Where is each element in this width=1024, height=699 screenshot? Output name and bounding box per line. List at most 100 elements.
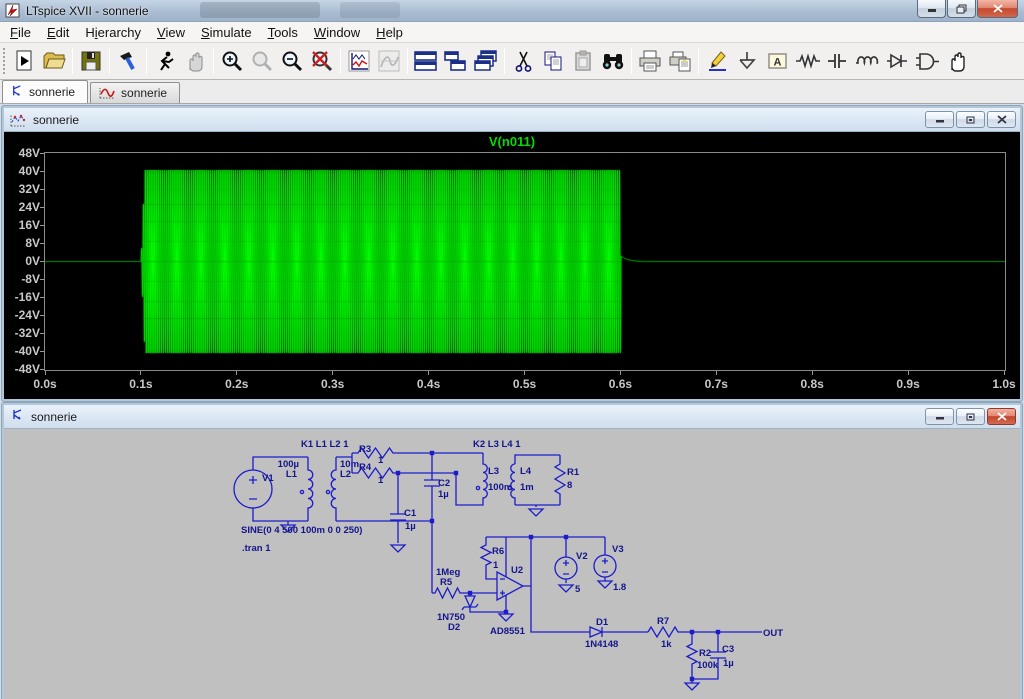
window-titlebar[interactable]: LTspice XVII - sonnerie [0, 0, 1024, 22]
menu-tools[interactable]: Tools [260, 23, 306, 42]
toolbar-wire-button[interactable] [702, 46, 732, 76]
component-c1[interactable]: C1 1µ [390, 473, 417, 552]
toolbar-resistor-button[interactable] [792, 46, 822, 76]
menu-file[interactable]: File [2, 23, 39, 42]
component-r7[interactable]: R7 1k [648, 616, 762, 650]
svg-text:1m: 1m [520, 482, 534, 493]
schematic-window-titlebar[interactable]: sonnerie [4, 405, 1020, 429]
toolbar-zoom-out-button[interactable] [277, 46, 307, 76]
toolbar-ground-button[interactable] [732, 46, 762, 76]
waveform-canvas[interactable] [45, 153, 1005, 370]
menu-window[interactable]: Window [306, 23, 368, 42]
toolbar-zoom-back-button[interactable] [247, 46, 277, 76]
toolbar-copy-button[interactable] [538, 46, 568, 76]
component-d1[interactable]: D1 1N4148 [531, 586, 648, 650]
toolbar-print-preview-button[interactable] [665, 46, 695, 76]
svg-text:1µ: 1µ [405, 521, 416, 532]
toolbar-plot-settings-button[interactable] [344, 46, 374, 76]
toolbar-tile-horizontal-button[interactable] [411, 46, 441, 76]
toolbar-capacitor-button[interactable] [822, 46, 852, 76]
toolbar-print-button[interactable] [635, 46, 665, 76]
component-r2[interactable]: R2 100k [685, 632, 719, 690]
component-l3-l4[interactable]: K2 L3 L4 1 L3 100m L4 1m [456, 439, 534, 505]
toolbar-separator [213, 48, 214, 74]
component-v2[interactable]: V2 5 [555, 537, 588, 595]
control-panel-icon [116, 49, 140, 73]
toolbar-save-button[interactable] [76, 46, 106, 76]
spice-directive-sine[interactable]: SINE(0 4 500 100m 0 0 250) [241, 525, 362, 536]
x-tick [332, 371, 333, 375]
toolbar-open-button[interactable] [39, 46, 69, 76]
x-tick [45, 371, 46, 375]
capacitor-icon [825, 49, 849, 73]
restore-icon [965, 412, 976, 422]
toolbar-zoom-full-button[interactable] [307, 46, 337, 76]
pan-icon [183, 49, 207, 73]
svg-text:L1: L1 [286, 469, 298, 480]
schematic-close-button[interactable] [987, 408, 1016, 425]
component-l1-l2[interactable]: 100µ L1 10m L2 K1 L1 L2 1 [278, 439, 359, 521]
toolbar-paste-button[interactable] [568, 46, 598, 76]
waveform-restore-button[interactable] [956, 111, 985, 128]
cut-icon [512, 49, 534, 73]
menu-simulate[interactable]: Simulate [193, 23, 260, 42]
svg-text:R4: R4 [359, 462, 372, 473]
schematic-canvas[interactable]: V1 100µ L1 10m L2 K1 L1 L2 1 R3 [4, 429, 1020, 699]
toolbar-halt-button[interactable] [150, 46, 180, 76]
toolbar-zoom-in-button[interactable] [217, 46, 247, 76]
tab-waveform-sonnerie[interactable]: sonnerie [90, 82, 180, 103]
schematic-minimize-button[interactable] [925, 408, 954, 425]
plot-frame[interactable] [44, 152, 1006, 371]
menu-hierarchy[interactable]: Hierarchy [77, 23, 149, 42]
component-r5[interactable]: 1Meg R5 [432, 521, 497, 598]
waveform-window-titlebar[interactable]: sonnerie [4, 108, 1020, 132]
toolbar-run-button[interactable] [9, 46, 39, 76]
minimize-icon [935, 115, 945, 124]
x-tick-label: 0.3s [311, 377, 355, 391]
svg-text:R2: R2 [699, 648, 711, 659]
component-v3[interactable]: V3 1.8 [594, 537, 626, 593]
waveform-close-button[interactable] [987, 111, 1016, 128]
toolbar-pan-button[interactable] [180, 46, 210, 76]
svg-text:100m: 100m [488, 482, 512, 493]
out-net-label[interactable]: OUT [763, 628, 783, 639]
x-tick [812, 371, 813, 375]
toolbar-inductor-button[interactable] [852, 46, 882, 76]
halt-icon [153, 49, 177, 73]
svg-text:C2: C2 [438, 478, 450, 489]
toolbar-label-button[interactable]: A [762, 46, 792, 76]
waveform-plot-pane[interactable]: V(n011) 48V40V32V24V16V8V0V-8V-16V-24V-3… [4, 132, 1020, 399]
toolbar-tile-vertical-button[interactable] [441, 46, 471, 76]
toolbar-gripper[interactable] [2, 47, 6, 75]
close-button[interactable] [977, 0, 1018, 18]
toolbar-diode-button[interactable] [882, 46, 912, 76]
waveform-minimize-button[interactable] [925, 111, 954, 128]
toolbar-component-button[interactable] [912, 46, 942, 76]
menu-help[interactable]: Help [368, 23, 411, 42]
find-icon [600, 49, 626, 73]
toolbar-cascade-button[interactable] [471, 46, 501, 76]
spice-directive-tran[interactable]: .tran 1 [242, 543, 271, 554]
restore-button[interactable] [947, 0, 976, 18]
menu-view[interactable]: View [149, 23, 193, 42]
svg-text:1µ: 1µ [438, 489, 449, 500]
toolbar-find-button[interactable] [598, 46, 628, 76]
menu-edit[interactable]: Edit [39, 23, 77, 42]
toolbar-cut-button[interactable] [508, 46, 538, 76]
toolbar-drag-button[interactable] [942, 46, 972, 76]
trace-title: V(n011) [4, 134, 1020, 149]
toolbar-control-panel-button[interactable] [113, 46, 143, 76]
svg-text:5: 5 [575, 584, 581, 595]
component-r6[interactable]: R6 1 [481, 537, 504, 579]
y-tick [40, 171, 44, 172]
tab-label: sonnerie [29, 85, 75, 99]
schematic-drawing[interactable]: V1 100µ L1 10m L2 K1 L1 L2 1 R3 [4, 429, 1020, 699]
toolbar-spice-analysis-button[interactable] [374, 46, 404, 76]
svg-text:C1: C1 [404, 508, 417, 519]
schematic-restore-button[interactable] [956, 408, 985, 425]
svg-text:V3: V3 [612, 544, 624, 555]
tab-schematic-sonnerie[interactable]: sonnerie [2, 80, 88, 103]
svg-text:100k: 100k [697, 660, 719, 671]
svg-text:1.8: 1.8 [613, 582, 626, 593]
minimize-button[interactable] [917, 0, 946, 18]
